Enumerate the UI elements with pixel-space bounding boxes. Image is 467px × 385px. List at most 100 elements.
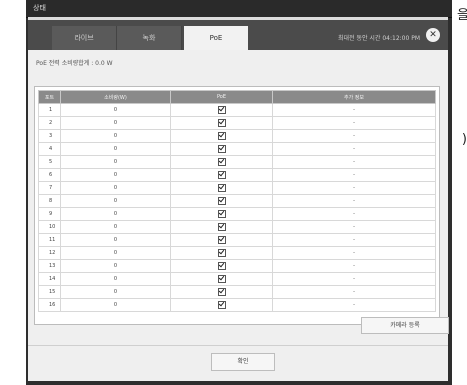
uptime-text: 최대전 동안 시간 04:12:00 PM xyxy=(337,35,420,42)
info-cell: - xyxy=(272,103,436,117)
poe-total-consumption: PoE 전력 소비량합계 : 0.0 W xyxy=(36,60,113,67)
consumption-cell: 0 xyxy=(60,103,171,117)
consumption-cell: 0 xyxy=(60,155,171,169)
checkbox-checked-icon[interactable] xyxy=(217,132,226,140)
poe-cell xyxy=(170,246,273,260)
ok-button[interactable]: 확인 xyxy=(211,353,275,371)
checkbox-checked-icon[interactable] xyxy=(217,119,226,127)
poe-cell xyxy=(170,116,273,130)
checkbox-checked-icon[interactable] xyxy=(217,171,226,179)
poe-cell xyxy=(170,142,273,156)
dialog-body: 라이브 녹화 PoE 최대전 동안 시간 04:12:00 PM ✕ PoE 전… xyxy=(28,17,449,381)
poe-cell xyxy=(170,259,273,273)
consumption-cell: 0 xyxy=(60,246,171,260)
checkbox-checked-icon[interactable] xyxy=(217,223,226,231)
info-cell: - xyxy=(272,220,436,234)
info-cell: - xyxy=(272,298,436,312)
table-row: 15 0 - xyxy=(38,285,436,299)
info-cell: - xyxy=(272,129,436,143)
port-cell: 5 xyxy=(38,155,61,169)
poe-cell xyxy=(170,220,273,234)
port-cell: 4 xyxy=(38,142,61,156)
table-row: 70 - xyxy=(38,181,436,195)
info-cell: - xyxy=(272,194,436,208)
info-cell: - xyxy=(272,181,436,195)
checkbox-checked-icon[interactable] xyxy=(217,158,226,166)
consumption-cell: 0 xyxy=(60,181,171,195)
tab-live[interactable]: 라이브 xyxy=(52,26,117,50)
poe-cell xyxy=(170,298,273,312)
poe-table-frame: 포트 소비량(W) PoE 추가 정보 10-20-30-40-50-60-70… xyxy=(34,86,440,325)
divider xyxy=(28,345,448,346)
port-cell: 9 xyxy=(38,207,61,221)
table-header-row: 포트 소비량(W) PoE 추가 정보 xyxy=(38,90,436,104)
info-cell: - xyxy=(272,168,436,182)
consumption-cell: 0 xyxy=(60,233,171,247)
poe-cell xyxy=(170,181,273,195)
poe-cell xyxy=(170,207,273,221)
table-row: 11 0 - xyxy=(38,233,436,247)
tab-poe[interactable]: PoE xyxy=(184,26,248,50)
checkbox-checked-icon[interactable] xyxy=(217,301,226,309)
checkbox-checked-icon[interactable] xyxy=(217,210,226,218)
edge-text-top: 을 xyxy=(457,8,467,23)
info-cell: - xyxy=(272,272,436,286)
port-cell: 12 xyxy=(38,246,61,260)
checkbox-checked-icon[interactable] xyxy=(217,184,226,192)
consumption-cell: 0 xyxy=(60,298,171,312)
tab-recording[interactable]: 녹화 xyxy=(117,26,182,50)
tab-strip: 라이브 녹화 PoE 최대전 동안 시간 04:12:00 PM ✕ xyxy=(28,17,448,50)
camera-register-button[interactable]: 카메라 등록 xyxy=(361,317,449,334)
port-cell: 11 xyxy=(38,233,61,247)
info-cell: - xyxy=(272,233,436,247)
table-row: 40 - xyxy=(38,142,436,156)
poe-cell xyxy=(170,194,273,208)
consumption-cell: 0 xyxy=(60,272,171,286)
table-row: 60 - xyxy=(38,168,436,182)
consumption-cell: 0 xyxy=(60,259,171,273)
consumption-cell: 0 xyxy=(60,142,171,156)
port-cell: 7 xyxy=(38,181,61,195)
checkbox-checked-icon[interactable] xyxy=(217,145,226,153)
poe-cell xyxy=(170,233,273,247)
checkbox-checked-icon[interactable] xyxy=(217,106,226,114)
info-cell: - xyxy=(272,116,436,130)
table-row: 14 0 - xyxy=(38,272,436,286)
close-icon: ✕ xyxy=(429,30,437,40)
port-cell: 6 xyxy=(38,168,61,182)
table-row: 80 - xyxy=(38,194,436,208)
consumption-cell: 0 xyxy=(60,194,171,208)
checkbox-checked-icon[interactable] xyxy=(217,275,226,283)
table-row: 90 - xyxy=(38,207,436,221)
table-row: 10 0 - xyxy=(38,220,436,234)
consumption-cell: 0 xyxy=(60,285,171,299)
table-row: 12 0 - xyxy=(38,246,436,260)
table-row: 30 - xyxy=(38,129,436,143)
port-cell: 8 xyxy=(38,194,61,208)
table-row: 16 0 - xyxy=(38,298,436,312)
consumption-cell: 0 xyxy=(60,116,171,130)
port-cell: 10 xyxy=(38,220,61,234)
port-cell: 1 xyxy=(38,103,61,117)
checkbox-checked-icon[interactable] xyxy=(217,288,226,296)
table-row: 13 0 - xyxy=(38,259,436,273)
port-cell: 14 xyxy=(38,272,61,286)
info-cell: - xyxy=(272,246,436,260)
header-port: 포트 xyxy=(38,90,61,104)
port-cell: 2 xyxy=(38,116,61,130)
close-button[interactable]: ✕ xyxy=(426,28,440,42)
info-cell: - xyxy=(272,259,436,273)
checkbox-checked-icon[interactable] xyxy=(217,249,226,257)
checkbox-checked-icon[interactable] xyxy=(217,197,226,205)
window-title: 상태 xyxy=(33,4,46,12)
consumption-cell: 0 xyxy=(60,220,171,234)
poe-cell xyxy=(170,272,273,286)
poe-cell xyxy=(170,129,273,143)
info-cell: - xyxy=(272,142,436,156)
table-row: 50 - xyxy=(38,155,436,169)
checkbox-checked-icon[interactable] xyxy=(217,236,226,244)
port-cell: 16 xyxy=(38,298,61,312)
table-row: 20 - xyxy=(38,116,436,130)
consumption-cell: 0 xyxy=(60,168,171,182)
checkbox-checked-icon[interactable] xyxy=(217,262,226,270)
